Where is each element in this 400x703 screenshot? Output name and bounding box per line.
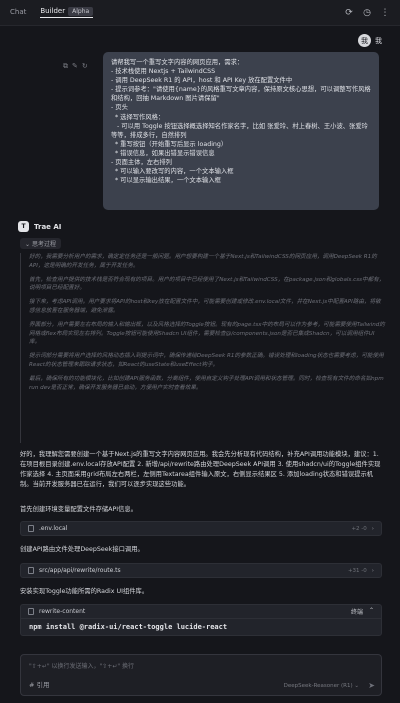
thinking-paragraph: 提示词部分需要将用户选择的风格动态插入到提示词中，确保传递给DeepSeek R… (29, 353, 384, 368)
thinking-paragraph: 界面部分，用户需要左右布局的输入和输出框，以及风格选择的Toggle按钮。现有的… (29, 321, 385, 346)
step1-text: 首先创建环境变量配置文件存储API信息。 (20, 506, 138, 513)
thinking-toggle[interactable]: ⌄ 思考过程 (20, 238, 61, 249)
thinking-label: 思考过程 (31, 241, 56, 248)
file-card-route[interactable]: src/app/api/rewrite/route.ts +31 -0 › (20, 563, 382, 578)
chat-input-box[interactable]: "⇧+↵" 以换行发送输入，"⇧+↵" 换行 # 引用 DeepSeek-Rea… (20, 654, 382, 696)
terminal-command: npm install @radix-ui/react-toggle lucid… (29, 623, 228, 631)
tab-builder-label: Builder (40, 7, 66, 15)
top-icons: ⟳ ◷ ⋮ (344, 8, 390, 18)
terminal-icon (28, 608, 34, 615)
cloud-sync-icon[interactable]: ⟳ (344, 8, 354, 18)
step2-text: 创建API路由文件处理DeepSeek接口调用。 (20, 546, 144, 553)
user-name: 我 (375, 36, 382, 45)
user-header: 我 我 (358, 34, 382, 47)
diff-stats: +2 -0 (351, 525, 367, 532)
ai-intro: 好的，我理解您需要创建一个基于Next.js的重写文字内容网页应用。我会先分析现… (20, 451, 381, 488)
alpha-badge: Alpha (68, 7, 94, 16)
model-label: DeepSeek-Reasoner (R1) (283, 683, 353, 689)
file-card-env[interactable]: .env.local +2 -0 › (20, 521, 382, 536)
file-icon (28, 525, 34, 532)
tab-chat[interactable]: Chat (10, 8, 26, 18)
file-name: .env.local (39, 525, 68, 532)
chevron-right-icon: › (371, 567, 374, 574)
terminal-card: rewrite-content 终端 ⌃ npm install @radix-… (20, 604, 382, 636)
chat-input[interactable]: "⇧+↵" 以换行发送输入，"⇧+↵" 换行 (29, 661, 134, 670)
file-name: src/app/api/rewrite/route.ts (39, 567, 121, 574)
chevron-up-icon[interactable]: ⌃ (369, 607, 374, 616)
file-icon (28, 567, 34, 574)
thinking-paragraph: 接下来，考虑API调用。用户要求将API的host和key放在配置文件中，可能需… (29, 299, 381, 314)
model-selector[interactable]: DeepSeek-Reasoner (R1) ⌄ (284, 683, 359, 689)
more-icon[interactable]: ⋮ (380, 8, 390, 18)
thinking-paragraph: 首先，检查用户提供的技术栈是否符合现有的项目。用户的项目中已经使用了Next.j… (29, 276, 385, 292)
mention-button[interactable]: # 引用 (29, 679, 50, 689)
step3-text: 安装实现Toggle功能所需的Radix UI组件库。 (20, 588, 149, 595)
copy-icon[interactable]: ⧉ (63, 62, 72, 70)
ai-name: Trae AI (34, 222, 62, 231)
thinking-content: 好的，我需要分析用户的需求，确定定任务还是一般问题。用户想要构建一个基于Next… (20, 253, 385, 443)
send-icon[interactable]: ➤ (368, 681, 375, 690)
user-message: 请帮我写一个重写文字内容的网页应用，需求： - 技术栈使用 Nextjs + T… (103, 52, 379, 210)
thinking-paragraph: 最后，确保所有的功能模块化，比如创建API服务函数，分离组件，使用自定义钩子处理… (29, 375, 384, 391)
tab-builder[interactable]: Builder Alpha (40, 7, 94, 18)
open-terminal-button[interactable]: 终端 (351, 607, 363, 616)
ai-avatar: T (18, 221, 29, 232)
user-avatar: 我 (358, 34, 371, 47)
message-actions: ⧉✎↻ (63, 62, 92, 71)
history-icon[interactable]: ◷ (362, 8, 372, 18)
chevron-down-icon: ⌄ (25, 241, 31, 248)
ai-header: T Trae AI (18, 221, 61, 232)
chevron-right-icon: › (371, 525, 374, 532)
edit-icon[interactable]: ✎ (72, 62, 82, 70)
thinking-paragraph: 好的，我需要分析用户的需求，确定定任务还是一般问题。用户想要构建一个基于Next… (29, 254, 377, 269)
retry-icon[interactable]: ↻ (82, 62, 92, 70)
diff-stats: +31 -0 (347, 567, 367, 574)
terminal-label: rewrite-content (39, 608, 86, 615)
top-bar: Chat Builder Alpha ⟳ ◷ ⋮ (0, 0, 400, 26)
